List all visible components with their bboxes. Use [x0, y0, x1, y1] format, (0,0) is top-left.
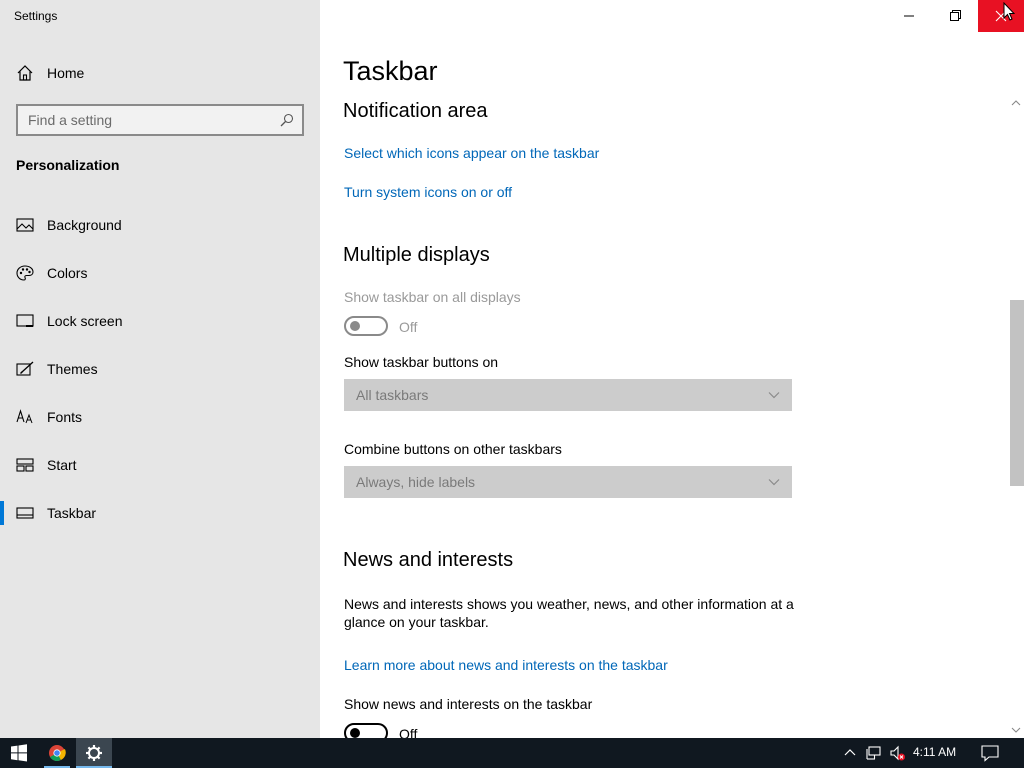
page-title: Taskbar	[343, 56, 438, 86]
minimize-button[interactable]	[886, 0, 932, 32]
sidebar-item-fonts[interactable]: Fonts	[0, 395, 320, 439]
restore-icon	[950, 10, 961, 21]
font-icon	[16, 409, 33, 424]
show-all-displays-state: Off	[399, 319, 418, 335]
chevron-down-icon	[768, 392, 780, 399]
taskbar-app-settings[interactable]	[76, 738, 112, 768]
sidebar-item-themes[interactable]: Themes	[0, 347, 320, 391]
sidebar-item-start[interactable]: Start	[0, 443, 320, 487]
combine-buttons-label: Combine buttons on other taskbars	[344, 441, 562, 457]
select-icons-link[interactable]: Select which icons appear on the taskbar	[344, 145, 599, 161]
scrollbar-thumb[interactable]	[1010, 300, 1024, 486]
sidebar-item-label: Fonts	[47, 409, 83, 425]
windows-logo-icon	[11, 744, 27, 762]
mouse-cursor-icon	[1003, 2, 1015, 21]
home-nav-item[interactable]: Home	[0, 56, 320, 90]
sidebar-item-lock-screen[interactable]: Lock screen	[0, 299, 320, 343]
search-placeholder: Find a setting	[28, 112, 113, 128]
monitor-icon	[16, 314, 34, 327]
search-icon[interactable]	[280, 113, 294, 127]
news-heading: News and interests	[343, 549, 514, 571]
image-icon	[16, 218, 34, 232]
sidebar-item-colors[interactable]: Colors	[0, 251, 320, 295]
multiple-displays-heading: Multiple displays	[343, 244, 490, 266]
close-icon	[995, 10, 1007, 22]
start-grid-icon	[16, 458, 34, 472]
close-button[interactable]	[978, 0, 1024, 32]
home-label: Home	[47, 65, 85, 81]
taskbar: 4:11 AM	[0, 738, 1024, 768]
sidebar: Settings Home Find a setting Personaliza…	[0, 0, 320, 738]
taskbar-clock[interactable]: 4:11 AM	[913, 745, 956, 759]
brush-icon	[16, 361, 34, 376]
volume-muted-icon[interactable]	[889, 745, 905, 761]
buttons-on-dropdown[interactable]: All taskbars	[344, 379, 792, 411]
toggle-knob	[350, 728, 360, 738]
home-icon	[17, 65, 33, 81]
selected-indicator	[0, 501, 4, 525]
sidebar-item-background[interactable]: Background	[0, 203, 320, 247]
sidebar-item-taskbar[interactable]: Taskbar	[0, 491, 320, 535]
chevron-up-icon[interactable]	[842, 745, 858, 761]
restore-button[interactable]	[932, 0, 978, 32]
buttons-on-label: Show taskbar buttons on	[344, 354, 499, 370]
network-icon[interactable]	[866, 745, 882, 761]
system-icons-link[interactable]: Turn system icons on or off	[344, 184, 512, 200]
show-all-displays-label: Show taskbar on all displays	[344, 289, 521, 305]
minimize-icon	[904, 15, 914, 17]
notification-area-heading: Notification area	[343, 100, 488, 122]
combine-buttons-value: Always, hide labels	[356, 474, 476, 490]
news-learn-more-link[interactable]: Learn more about news and interests on t…	[344, 657, 668, 673]
taskbar-app-chrome[interactable]	[40, 738, 74, 768]
sidebar-item-label: Taskbar	[47, 505, 97, 521]
sidebar-item-label: Themes	[47, 361, 98, 377]
section-title: Personalization	[16, 157, 120, 173]
sidebar-item-label: Start	[47, 457, 77, 473]
taskbar-icon	[16, 507, 34, 519]
palette-icon	[16, 265, 34, 281]
buttons-on-value: All taskbars	[356, 387, 429, 403]
scroll-up-arrow-icon[interactable]	[1010, 97, 1022, 109]
sidebar-item-label: Background	[47, 217, 122, 233]
toggle-knob	[350, 321, 360, 331]
app-title: Settings	[14, 9, 58, 23]
sidebar-item-label: Colors	[47, 265, 88, 281]
sidebar-item-label: Lock screen	[47, 313, 123, 329]
start-button[interactable]	[0, 738, 38, 768]
news-description: News and interests shows you weather, ne…	[344, 596, 794, 630]
show-all-displays-toggle[interactable]	[344, 316, 388, 336]
notification-center-icon[interactable]	[980, 744, 1000, 762]
scroll-down-arrow-icon[interactable]	[1010, 724, 1022, 736]
chevron-down-icon	[768, 479, 780, 486]
chrome-icon	[49, 745, 66, 761]
news-toggle-label: Show news and interests on the taskbar	[344, 696, 593, 712]
combine-buttons-dropdown[interactable]: Always, hide labels	[344, 466, 792, 498]
search-input[interactable]: Find a setting	[16, 104, 304, 136]
gear-icon	[86, 745, 102, 761]
